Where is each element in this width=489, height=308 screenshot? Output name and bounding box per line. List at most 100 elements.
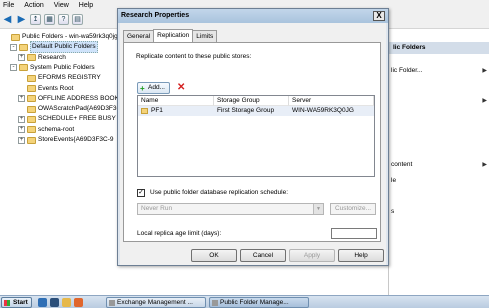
powershell-icon[interactable] xyxy=(50,298,59,307)
task-public-folder-management[interactable]: Public Folder Manage... xyxy=(209,297,309,308)
help-button[interactable]: Help xyxy=(338,249,384,262)
submenu-arrow-icon: ▶ xyxy=(482,162,487,168)
tree-node-label: OFFLINE ADDRESS BOOK xyxy=(38,94,118,102)
ok-button[interactable]: OK xyxy=(191,249,237,262)
folder-icon xyxy=(27,85,36,92)
tree-node[interactable]: Events Root xyxy=(18,84,73,94)
dialog-title: Research Properties xyxy=(118,9,388,23)
row-storage-group: First Storage Group xyxy=(217,107,275,114)
tree-node[interactable]: - Default Public Folders xyxy=(10,41,98,54)
folder-icon xyxy=(27,126,36,134)
folder-icon xyxy=(27,136,36,144)
close-icon[interactable]: X xyxy=(373,11,385,21)
tree-node[interactable]: OWAScratchPad{A69D3F3C xyxy=(18,104,118,114)
public-folder-icon xyxy=(212,300,218,306)
age-limit-input[interactable] xyxy=(331,228,377,239)
actions-item[interactable]: content xyxy=(391,161,412,168)
tree-node[interactable]: + StoreEvents{A69D3F3C-9 xyxy=(18,135,114,145)
tree-node[interactable]: + OFFLINE ADDRESS BOOK xyxy=(18,94,118,104)
explorer-icon[interactable] xyxy=(62,298,71,307)
cancel-button[interactable]: Cancel xyxy=(240,249,286,262)
actions-item[interactable]: le xyxy=(391,177,396,184)
apply-button: Apply xyxy=(289,249,335,262)
replication-schedule-checkbox[interactable]: ✓ xyxy=(137,189,145,197)
actions-item[interactable]: lic Folder... xyxy=(391,67,422,74)
tab-general[interactable]: General xyxy=(123,30,155,42)
show-tree-icon[interactable]: ▦ xyxy=(44,14,55,25)
tab-replication[interactable]: Replication xyxy=(153,29,194,42)
schedule-select-value: Never Run xyxy=(141,205,173,212)
submenu-arrow-icon: ▶ xyxy=(482,68,487,74)
help-icon[interactable]: ? xyxy=(58,14,69,25)
expand-icon[interactable]: + xyxy=(18,54,25,62)
tree-node-label: System Public Folders xyxy=(30,63,95,71)
database-icon xyxy=(141,108,148,114)
task-label: Exchange Management ... xyxy=(117,299,193,306)
actions-item[interactable]: s xyxy=(391,208,394,215)
column-header-name[interactable]: Name xyxy=(138,96,214,106)
tree-node[interactable]: EFORMS REGISTRY xyxy=(18,73,101,83)
menu-file[interactable]: File xyxy=(3,2,14,9)
replication-panel: Replicate content to these public stores… xyxy=(123,42,381,242)
expand-icon[interactable]: + xyxy=(18,126,25,134)
tree-node-label: Research xyxy=(38,53,66,61)
table-row[interactable]: PF1 First Storage Group WIN-WA59RK3Q0JG xyxy=(138,106,374,116)
collapse-icon[interactable]: - xyxy=(10,43,17,51)
remove-icon[interactable]: ✕ xyxy=(177,82,185,93)
public-stores-list: Name Storage Group Server PF1 First Stor… xyxy=(137,95,375,177)
expand-icon[interactable]: + xyxy=(18,95,25,103)
server-manager-icon[interactable] xyxy=(38,298,47,307)
tree-node-label: StoreEvents{A69D3F3C-9 xyxy=(38,136,114,143)
task-exchange-management[interactable]: Exchange Management ... xyxy=(106,297,206,308)
properties-icon[interactable]: ▤ xyxy=(72,14,83,25)
tree-node-label: Default Public Folders xyxy=(30,41,98,54)
schedule-select: Never Run ▼ xyxy=(137,203,324,215)
menu-action[interactable]: Action xyxy=(24,2,43,9)
folder-icon xyxy=(27,95,36,103)
actions-pane: lic Folders lic Folder... ▶ ▶ ▶ content … xyxy=(388,30,489,295)
folder-icon xyxy=(19,43,28,51)
tree-node[interactable]: + Research xyxy=(18,53,66,63)
folder-icon xyxy=(11,33,20,41)
tab-limits[interactable]: Limits xyxy=(192,30,218,42)
add-button-label: Add... xyxy=(148,84,165,91)
forward-arrow-icon[interactable]: ▶ xyxy=(16,14,27,25)
tree-node[interactable]: + schema-root xyxy=(18,125,74,135)
age-limit-label: Local replica age limit (days): xyxy=(137,230,222,237)
tree-node[interactable]: + SCHEDULE+ FREE BUSY xyxy=(18,114,116,124)
folder-icon xyxy=(27,115,36,123)
console-tree: Public Folders - win-wa59rk3q0jg.ad - Defa… xyxy=(0,30,118,295)
tree-node[interactable]: - System Public Folders xyxy=(10,63,95,73)
customize-button: Customize... xyxy=(330,203,376,215)
back-arrow-icon[interactable]: ◀ xyxy=(2,14,13,25)
add-button[interactable]: + Add... xyxy=(137,82,170,94)
expand-icon[interactable]: + xyxy=(18,115,25,123)
tree-node-label: EFORMS REGISTRY xyxy=(38,74,101,82)
tab-strip: General Replication Limits xyxy=(123,29,218,42)
start-button[interactable]: Start xyxy=(1,297,32,308)
properties-dialog: Research Properties X General Replicatio… xyxy=(117,8,389,266)
expand-icon[interactable]: + xyxy=(18,136,25,144)
tree-node-label: OWAScratchPad{A69D3F3C xyxy=(38,105,118,113)
chevron-down-icon: ▼ xyxy=(313,204,323,214)
row-server: WIN-WA59RK3Q0JG xyxy=(292,107,354,114)
taskbar: Start Exchange Management ... Public Fol… xyxy=(0,295,489,308)
folder-icon xyxy=(27,74,36,82)
exchange-icon xyxy=(109,300,115,306)
actions-header: lic Folders xyxy=(389,42,489,54)
tree-node-label: schema-root xyxy=(38,125,75,133)
task-label: Public Folder Manage... xyxy=(220,299,289,306)
folder-icon xyxy=(19,64,28,72)
collapse-icon[interactable]: - xyxy=(10,64,17,72)
column-header-server[interactable]: Server xyxy=(289,96,374,106)
menu-help[interactable]: Help xyxy=(79,2,93,9)
browser-icon[interactable] xyxy=(74,298,83,307)
column-header-storage-group[interactable]: Storage Group xyxy=(214,96,289,106)
tree-node-label: SCHEDULE+ FREE BUSY xyxy=(38,115,116,123)
dialog-body: General Replication Limits Replicate con… xyxy=(120,23,386,265)
folder-icon xyxy=(27,54,36,62)
tree-node-label: Events Root xyxy=(38,84,74,92)
folder-icon xyxy=(27,105,36,113)
up-folder-icon[interactable]: ↥ xyxy=(30,14,41,25)
menu-view[interactable]: View xyxy=(54,2,69,9)
